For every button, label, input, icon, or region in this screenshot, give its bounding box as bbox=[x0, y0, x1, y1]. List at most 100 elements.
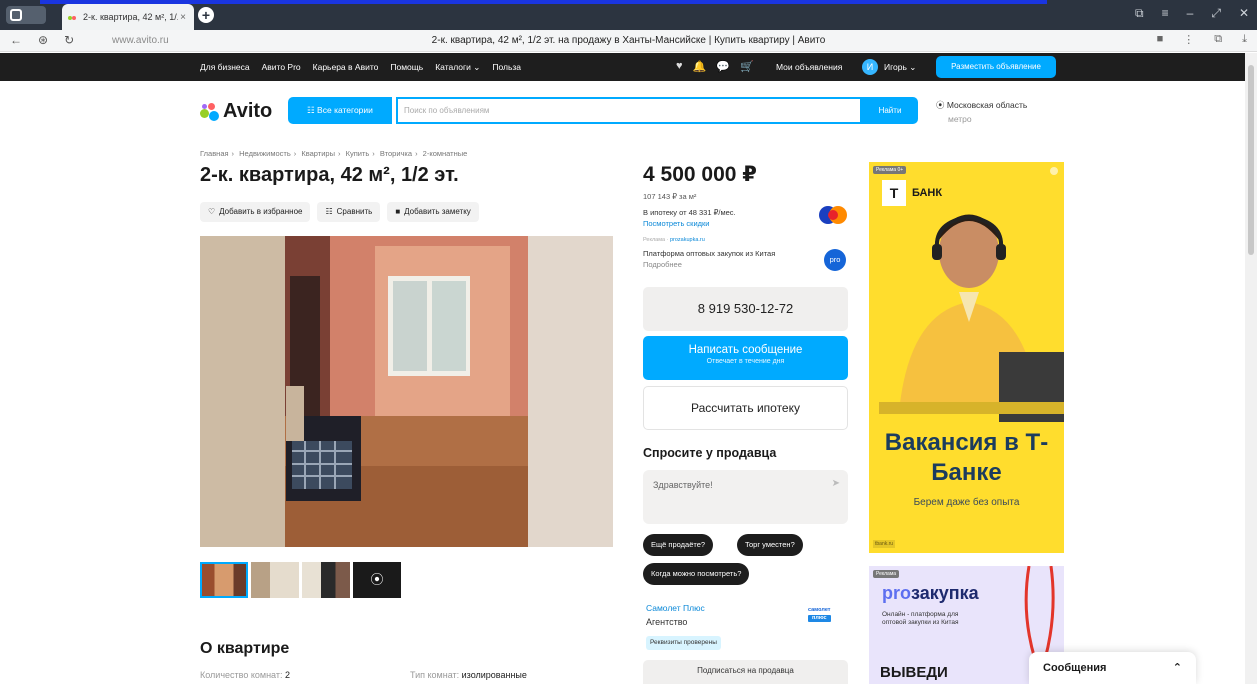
avito-logo[interactable]: Avito bbox=[200, 100, 272, 123]
compare-icon: ☷ bbox=[325, 207, 333, 216]
browser-menu-button[interactable] bbox=[6, 6, 46, 24]
compare-button[interactable]: ☷ Сравнить bbox=[317, 202, 381, 222]
window-menu-icon[interactable]: ≡ bbox=[1162, 6, 1169, 21]
topnav-help[interactable]: Помощь bbox=[390, 62, 423, 73]
breadcrumb-item[interactable]: Главная bbox=[200, 149, 229, 158]
add-to-favorites-label: Добавить в избранное bbox=[219, 207, 303, 216]
browser-logo-icon bbox=[10, 9, 22, 21]
add-note-button[interactable]: ■ Добавить заметку bbox=[387, 202, 479, 222]
quick-question-chip[interactable]: Ещё продаёте? bbox=[643, 534, 714, 556]
search-button[interactable]: Найти bbox=[862, 97, 918, 124]
topnav-career[interactable]: Карьера в Авито bbox=[313, 62, 379, 73]
breadcrumb-item[interactable]: Вторичка bbox=[380, 149, 412, 158]
sponsored-ad[interactable]: Платформа оптовых закупок из Китая Подро… bbox=[643, 248, 775, 270]
about-room-type-value: изолированные bbox=[461, 670, 527, 680]
response-time-label: Отвечает в течение дня bbox=[706, 358, 785, 365]
tab-strip-highlight bbox=[40, 0, 1047, 4]
window-maximize-icon[interactable]: ⤢ bbox=[1211, 6, 1221, 21]
send-icon[interactable]: ➤ bbox=[832, 478, 840, 489]
calculate-mortgage-button[interactable]: Рассчитать ипотеку bbox=[643, 386, 848, 430]
location-pin-icon: ⦿ bbox=[936, 100, 947, 110]
favorites-icon[interactable]: ♥ bbox=[676, 60, 683, 73]
write-message-button[interactable]: Написать сообщение Отвечает в течение дн… bbox=[643, 336, 848, 380]
seller-name[interactable]: Самолет Плюс bbox=[646, 603, 705, 613]
mortgage-text: В ипотеку от 48 331 ₽/мес. bbox=[643, 208, 736, 217]
scrollbar-thumb[interactable] bbox=[1248, 65, 1254, 255]
heart-icon: ♡ bbox=[208, 207, 216, 216]
search-input[interactable]: Поиск по объявлениям bbox=[396, 97, 862, 124]
photo-thumbnail[interactable] bbox=[302, 562, 350, 598]
window-collections-icon[interactable]: ⧉ bbox=[1135, 6, 1144, 21]
about-rooms: Количество комнат: 2 bbox=[200, 670, 290, 680]
avito-logo-icon bbox=[200, 102, 220, 121]
notifications-icon[interactable]: 🔔 bbox=[693, 60, 707, 73]
tbank-name: БАНК bbox=[912, 187, 943, 199]
topnav-catalogs[interactable]: Каталоги ⌄ bbox=[435, 62, 480, 73]
seller-logo-text: самолет bbox=[808, 607, 831, 613]
add-note-label: Добавить заметку bbox=[404, 207, 471, 216]
breadcrumb-item[interactable]: Купить bbox=[346, 149, 370, 158]
subscribe-seller-button[interactable]: Подписаться на продавца bbox=[643, 660, 848, 684]
breadcrumb-item[interactable]: Недвижимость bbox=[239, 149, 291, 158]
tbank-logo: T БАНК bbox=[882, 180, 942, 206]
all-categories-button[interactable]: ☷ Все категории bbox=[288, 97, 392, 124]
prozakupka-title-rest: закупка bbox=[911, 583, 979, 603]
quick-question-chip[interactable]: Когда можно посмотреть? bbox=[643, 563, 750, 585]
chevron-up-icon[interactable]: ⌃ bbox=[1173, 661, 1182, 674]
prozakupka-sub: Онлайн - платформа для оптовой закупки и… bbox=[882, 611, 959, 626]
page-title-bar: 2-к. квартира, 42 м², 1/2 эт. на продажу… bbox=[431, 35, 826, 46]
window-close-icon[interactable]: ✕ bbox=[1239, 6, 1249, 21]
topnav-avito-pro[interactable]: Авито Pro bbox=[262, 62, 301, 73]
location-metro: метро bbox=[948, 114, 972, 124]
prozakupka-big: ВЫВЕДИ bbox=[880, 664, 948, 681]
location-region: Московская область bbox=[946, 100, 1028, 110]
user-menu[interactable]: Игорь ⌄ bbox=[884, 62, 916, 73]
topnav-business[interactable]: Для бизнеса bbox=[200, 62, 250, 73]
photo-thumbnail[interactable] bbox=[200, 562, 248, 598]
download-icon[interactable]: ⤓ bbox=[1242, 33, 1247, 46]
tabs-icon[interactable]: ⧉ bbox=[1214, 33, 1222, 46]
show-phone-button[interactable]: 8 919 530-12-72 bbox=[643, 287, 848, 331]
seller-type: Агентство bbox=[646, 617, 688, 627]
quick-question-chip[interactable]: Торг уместен? bbox=[737, 534, 803, 556]
cart-icon[interactable]: 🛒 bbox=[740, 60, 754, 73]
banner-subline: Берем даже без опыта bbox=[913, 497, 1020, 508]
messages-panel[interactable]: Сообщения ⌃ bbox=[1029, 652, 1196, 684]
seller-logo[interactable]: самолет плюс bbox=[808, 607, 831, 622]
breadcrumb-item[interactable]: Квартиры bbox=[301, 149, 335, 158]
more-icon[interactable]: ⋮ bbox=[1183, 33, 1194, 46]
messages-icon[interactable]: 💬 bbox=[716, 60, 730, 73]
photo-thumbnails: ⦿ bbox=[200, 562, 401, 598]
tab-close-icon[interactable]: × bbox=[178, 12, 188, 23]
window-minimize-icon[interactable]: – bbox=[1187, 6, 1194, 21]
main-photo[interactable] bbox=[200, 236, 613, 547]
add-to-favorites-button[interactable]: ♡ Добавить в избранное bbox=[200, 202, 311, 222]
sponsored-ad-text: Платформа оптовых закупок из Китая bbox=[643, 249, 776, 258]
avatar[interactable]: И bbox=[862, 59, 878, 75]
breadcrumb: Главная › Недвижимость › Квартиры › Купить ›… bbox=[200, 149, 468, 158]
compare-label: Сравнить bbox=[336, 207, 373, 216]
room-photo-image bbox=[200, 236, 613, 547]
sponsored-ad-more[interactable]: Подробнее bbox=[643, 259, 775, 270]
page-scrollbar[interactable] bbox=[1245, 53, 1257, 684]
breadcrumb-item[interactable]: 2-комнатные bbox=[423, 149, 468, 158]
browser-tab[interactable]: 2-к. квартира, 42 м², 1/... × bbox=[62, 4, 194, 30]
top-navigation: Для бизнеса Авито Pro Карьера в Авито По… bbox=[0, 53, 1245, 81]
topnav-benefit[interactable]: Польза bbox=[492, 62, 521, 73]
tbank-banner[interactable]: Реклама 0+ bbox=[869, 162, 1064, 553]
location-selector[interactable]: ⦿ Московская область метро bbox=[936, 98, 1027, 126]
ask-seller-heading: Спросите у продавца bbox=[643, 446, 777, 460]
photo-thumbnail[interactable] bbox=[251, 562, 299, 598]
banner-headline: Вакансия в Т-Банке bbox=[884, 429, 1049, 486]
my-ads-link[interactable]: Мои объявления bbox=[776, 62, 842, 72]
post-ad-button[interactable]: Разместить объявление bbox=[936, 56, 1056, 78]
sponsored-domain[interactable]: prozakupka.ru bbox=[670, 237, 705, 243]
ask-seller-text: Здравствуйте! bbox=[653, 480, 713, 490]
mortgage-partner-icon bbox=[819, 206, 847, 224]
mortgage-discounts-link[interactable]: Посмотреть скидки bbox=[643, 218, 736, 229]
bookmark-icon[interactable]: ■ bbox=[1157, 33, 1164, 46]
video-thumbnail[interactable]: ⦿ bbox=[353, 562, 401, 598]
new-tab-button[interactable]: + bbox=[198, 7, 214, 23]
ask-seller-input[interactable]: Здравствуйте! ➤ bbox=[643, 470, 848, 524]
sponsored-label-text: Реклама bbox=[643, 237, 666, 243]
